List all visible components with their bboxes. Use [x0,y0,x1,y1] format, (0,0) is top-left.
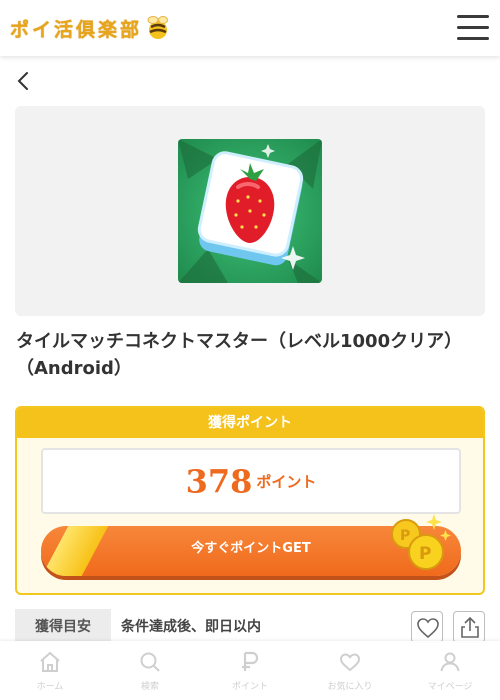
bee-icon [147,16,169,39]
logo-text: ポイ活俱楽部 [10,18,143,41]
nav-label: 検索 [140,682,159,692]
points-icon [242,651,259,671]
nav-label: ポイント [231,682,268,692]
menu-bar [457,15,489,18]
site-logo[interactable]: ポイ活俱楽部 [10,12,170,44]
nav-item-favorites[interactable]: お気に入り [300,641,400,700]
app-icon-art [178,139,322,283]
points-value: 378 [185,462,253,501]
share-icon [461,616,479,638]
nav-item-home[interactable]: ホーム [0,641,100,700]
nav-item-mypage[interactable]: マイページ [400,641,500,700]
user-icon [440,652,460,672]
svg-text:P: P [400,528,410,544]
bottom-navigation: ホーム 検索 ポイント お気に入り マイページ [0,641,500,700]
nav-item-search[interactable]: 検索 [100,641,200,700]
acquisition-estimate-value: 条件達成後、即日以内 [121,619,261,635]
home-icon [40,651,60,672]
menu-bar [457,26,489,29]
acquisition-estimate-label: 獲得目安 [15,609,111,645]
svg-text:P: P [419,544,431,564]
back-chevron-icon[interactable] [14,70,34,92]
points-unit: ポイント [256,472,317,491]
points-value-box: 378 ポイント [41,448,461,514]
coins-icon: P P [391,514,451,570]
acquisition-estimate-row: 獲得目安 条件達成後、即日以内 [15,609,485,645]
heart-icon [339,653,361,672]
app-icon [178,139,322,283]
points-heading: 獲得ポイント [17,408,483,438]
app-title: タイルマッチコネクトマスター（レベル1000クリア） （Android） [16,328,484,382]
menu-bar [457,37,489,40]
app-title-line2: （Android） [16,358,132,379]
nav-label: お気に入り [327,682,373,692]
nav-label: ホーム [36,682,64,692]
nav-label: マイページ [427,682,473,692]
menu-button[interactable] [457,14,489,42]
app-title-line1: タイルマッチコネクトマスター（レベル1000クリア） [16,331,463,352]
share-button[interactable] [453,611,485,643]
heart-icon [417,618,439,639]
favorite-button[interactable] [411,611,443,643]
site-header: ポイ活俱楽部 [0,0,500,56]
app-hero [15,106,485,316]
search-icon [140,652,160,672]
nav-item-points[interactable]: ポイント [200,641,300,700]
